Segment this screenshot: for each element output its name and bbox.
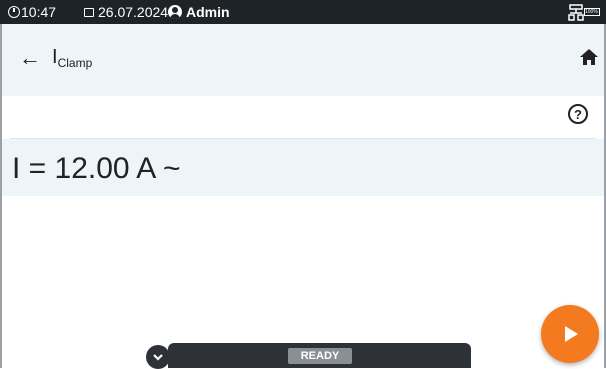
measurement-value: I = 12.00 A ~ <box>12 152 181 185</box>
start-measurement-button[interactable] <box>541 305 599 363</box>
result-panel: I = 12.00 A ~ <box>2 139 604 196</box>
status-badge: READY <box>288 348 352 364</box>
battery-indicator: 100% <box>584 8 600 16</box>
network-icon <box>568 4 584 21</box>
page-title: IClamp <box>52 46 92 70</box>
arrow-left-icon: ← <box>19 45 41 70</box>
home-icon <box>580 49 598 65</box>
back-button[interactable]: ← <box>16 44 44 72</box>
status-time: 10:47 <box>21 4 57 20</box>
home-button[interactable] <box>578 46 600 68</box>
calendar-icon <box>84 8 94 17</box>
expand-panel-button[interactable] <box>146 345 170 369</box>
title-subscript: Clamp <box>57 56 93 70</box>
play-icon <box>565 326 578 342</box>
help-icon[interactable]: ? <box>568 104 588 124</box>
chevron-down-icon <box>153 354 163 361</box>
status-date: 26.07.2024 <box>98 4 169 20</box>
status-user: Admin <box>186 4 230 20</box>
help-row: ? <box>10 96 596 139</box>
account-circle-icon <box>168 5 182 19</box>
app-header: ← IClamp <box>2 24 604 96</box>
status-bar: 10:47 26.07.2024 Admin 100% <box>0 0 606 24</box>
bottom-status-bar[interactable]: READY <box>168 343 471 368</box>
clock-icon <box>8 6 20 18</box>
